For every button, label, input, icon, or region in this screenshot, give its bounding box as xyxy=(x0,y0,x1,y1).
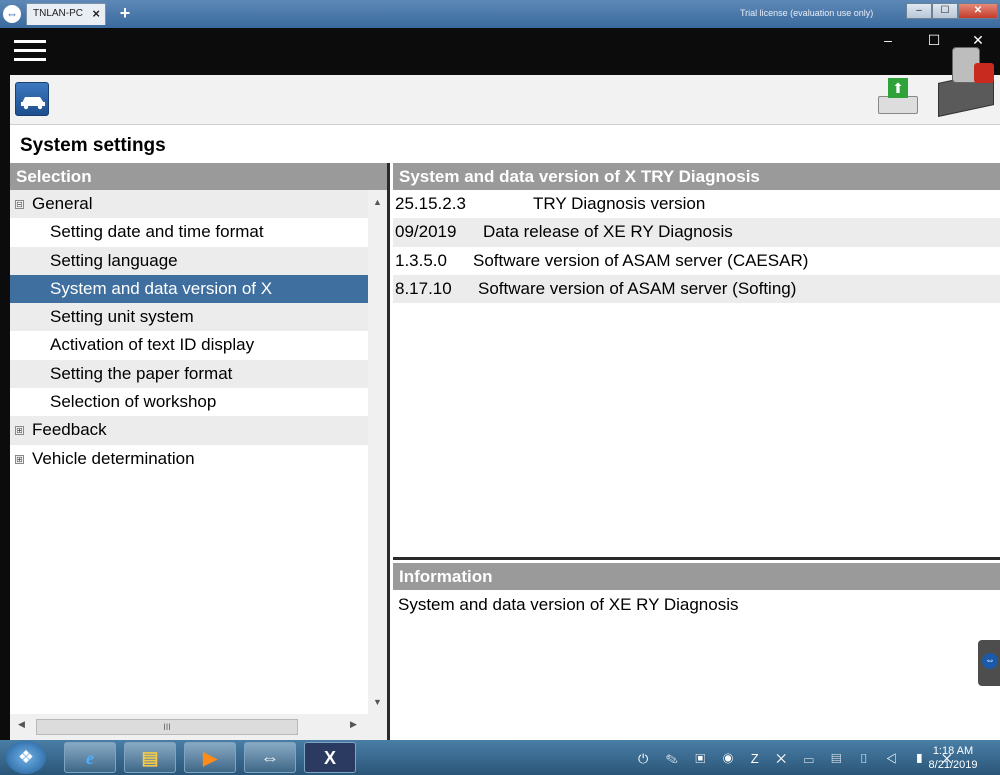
tree-item-label: Setting unit system xyxy=(50,307,194,327)
version-number: 1.3.5.0 xyxy=(395,250,447,270)
scroll-left-icon[interactable]: ◀ xyxy=(18,719,25,730)
tree-item-date-time-format[interactable]: Setting date and time format xyxy=(10,218,368,246)
version-description: TRY Diagnosis version xyxy=(533,194,706,213)
scroll-up-icon[interactable]: ▲ xyxy=(368,194,387,210)
version-header: System and data version of X TRY Diagnos… xyxy=(393,163,1000,190)
system-tray-icons[interactable]: ⏻ ✎ ▣ ◉ Z ✕ ▭ ▤ ▯ ◁ ▮ ✕ xyxy=(638,751,959,767)
remote-session-tab-label: TNLAN-PC xyxy=(33,8,84,19)
tree-item-paper-format[interactable]: Setting the paper format xyxy=(10,359,368,389)
version-panel: System and data version of X TRY Diagnos… xyxy=(393,163,1000,560)
collapse-icon[interactable]: ⊟ xyxy=(15,200,24,209)
app-title-bar: – ☐ ✕ xyxy=(0,28,1000,75)
clock-time: 1:18 AM xyxy=(932,745,974,757)
version-description: Software version of ASAM server (Softing… xyxy=(478,278,797,298)
clock-date: 8/21/2019 xyxy=(928,759,978,771)
tree-item-unit-system[interactable]: Setting unit system xyxy=(10,303,368,332)
tree-item-vehicle-determination[interactable]: ⊞ Vehicle determination xyxy=(10,445,368,473)
tree-item-language[interactable]: Setting language xyxy=(10,246,368,275)
teamviewer-side-tab[interactable]: ⇔ xyxy=(978,640,1000,686)
tree-item-label: Activation of text ID display xyxy=(50,335,255,355)
menu-icon[interactable] xyxy=(14,40,46,64)
scroll-down-icon[interactable]: ▼ xyxy=(368,694,387,710)
tree-item-text-id-display[interactable]: Activation of text ID display xyxy=(10,331,368,359)
version-number: 09/2019 xyxy=(395,222,457,242)
remote-close-button[interactable]: ✕ xyxy=(958,3,998,19)
remote-session-tab[interactable]: TNLAN-PC × xyxy=(26,3,106,25)
version-row: 8.17.10 Software version of ASAM server … xyxy=(393,274,1000,304)
selection-header: Selection xyxy=(10,163,387,190)
tree-item-label: Vehicle determination xyxy=(32,448,195,468)
taskbar: ❖ e ▤ ▶ ⇔ X ⏻ ✎ ▣ ◉ Z ✕ ▭ ▤ ▯ ◁ ▮ ✕ 1:18… xyxy=(0,740,1000,775)
page-title-area: System settings xyxy=(10,126,1000,163)
license-notice: Trial license (evaluation use only) xyxy=(740,8,874,18)
toolbar: ⬆ xyxy=(10,47,1000,125)
teamviewer-taskbar-icon[interactable]: ⇔ xyxy=(244,742,296,773)
information-panel: Information System and data version of X… xyxy=(393,563,1000,740)
tree-item-label: Setting language xyxy=(50,250,178,270)
expand-icon[interactable]: ⊞ xyxy=(15,426,24,436)
version-description: Software version of ASAM server (CAESAR) xyxy=(473,250,809,270)
app-frame-border xyxy=(0,28,10,740)
version-number: 8.17.10 xyxy=(395,278,452,298)
tree-item-label: Feedback xyxy=(32,420,107,440)
selection-tree: ⊟ General Setting date and time format S… xyxy=(10,190,368,714)
scroll-right-icon[interactable]: ▶ xyxy=(350,719,357,730)
version-number: 25.15.2.3 xyxy=(395,194,466,213)
vertical-scrollbar[interactable]: ▲ ▼ xyxy=(368,190,387,714)
tree-item-label: General xyxy=(32,194,93,213)
scrollbar-thumb[interactable]: III xyxy=(36,719,298,735)
vehicle-icon[interactable] xyxy=(15,82,49,116)
selection-panel: Selection ⊟ General Setting date and tim… xyxy=(10,163,390,740)
version-row: 1.3.5.0 Software version of ASAM server … xyxy=(393,247,1000,275)
version-row: 25.15.2.3 TRY Diagnosis version xyxy=(393,190,1000,218)
version-row: 09/2019 Data release of XE RY Diagnosis xyxy=(393,218,1000,247)
expand-icon[interactable]: ⊞ xyxy=(15,454,24,464)
file-explorer-icon[interactable]: ▤ xyxy=(124,742,176,773)
tree-item-label: Selection of workshop xyxy=(50,392,217,412)
version-description: Data release of XE RY Diagnosis xyxy=(483,222,733,242)
print-icon[interactable]: ⬆ xyxy=(876,78,920,120)
internet-explorer-icon[interactable]: e xyxy=(64,742,116,773)
page-title: System settings xyxy=(20,135,166,156)
remote-maximize-button[interactable]: ☐ xyxy=(932,3,958,19)
teamviewer-logo-icon: ⇔ xyxy=(3,5,21,23)
tree-item-workshop[interactable]: Selection of workshop xyxy=(10,388,368,416)
tree-item-feedback[interactable]: ⊞ Feedback xyxy=(10,416,368,445)
information-text: System and data version of XE RY Diagnos… xyxy=(398,595,739,614)
tree-item-label: Setting date and time format xyxy=(50,222,264,242)
tree-item-general[interactable]: ⊟ General xyxy=(10,190,368,219)
clock[interactable]: 1:18 AM 8/21/2019 xyxy=(918,744,988,772)
close-tab-icon[interactable]: × xyxy=(92,4,100,24)
xentry-taskbar-icon[interactable]: X xyxy=(304,742,356,773)
start-button[interactable]: ❖ xyxy=(6,741,46,774)
minimize-button[interactable]: – xyxy=(878,32,898,48)
media-player-icon[interactable]: ▶ xyxy=(184,742,236,773)
remote-session-bar: ⇔ TNLAN-PC × + Trial license (evaluation… xyxy=(0,0,1000,28)
tree-item-label: System and data version of X xyxy=(50,278,273,298)
information-header: Information xyxy=(393,563,1000,590)
tree-item-label: Setting the paper format xyxy=(50,363,233,383)
remote-minimize-button[interactable]: – xyxy=(906,3,932,19)
diagnostic-device-icon[interactable] xyxy=(938,47,998,119)
teamviewer-icon: ⇔ xyxy=(982,653,998,669)
new-tab-button[interactable]: + xyxy=(116,4,134,22)
tree-item-system-data-version[interactable]: System and data version of X xyxy=(10,274,368,304)
horizontal-scrollbar[interactable]: ◀ III ▶ xyxy=(10,714,387,740)
